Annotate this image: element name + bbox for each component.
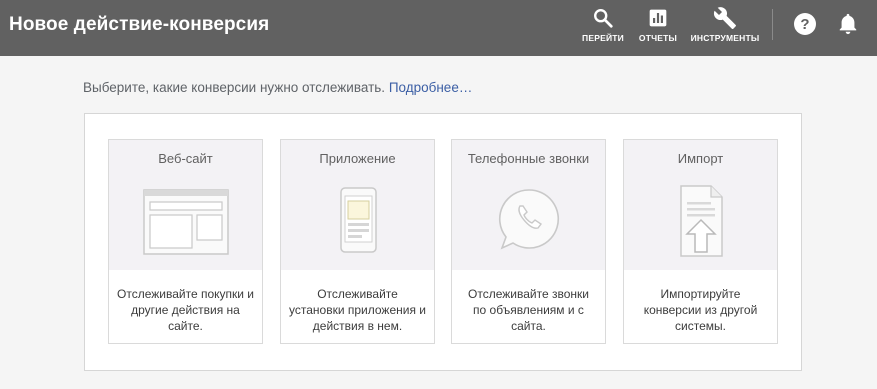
- card-import-title: Импорт: [677, 151, 724, 166]
- website-icon: [109, 182, 262, 260]
- nav-tools-button[interactable]: ИНСТРУМЕНТЫ: [690, 0, 760, 56]
- phone-icon: [452, 182, 605, 260]
- page-title: Новое действие-конверсия: [9, 14, 270, 35]
- nav-reports-label: ОТЧЕТЫ: [638, 33, 678, 43]
- nav-reports-button[interactable]: ОТЧЕТЫ: [638, 0, 678, 56]
- conversion-type-panel: Веб-сайт Отслеживайте покупки и другие д…: [84, 113, 802, 371]
- import-icon: [624, 182, 777, 260]
- svg-text:?: ?: [800, 16, 809, 33]
- learn-more-link[interactable]: Подробнее…: [389, 80, 473, 95]
- intro-label: Выберите, какие конверсии нужно отслежив…: [83, 80, 386, 95]
- nav-tools-label: ИНСТРУМЕНТЫ: [690, 33, 760, 43]
- card-phone-calls[interactable]: Телефонные звонки Отслеживайте звонки по…: [451, 139, 606, 344]
- search-icon: [591, 6, 615, 30]
- card-phone-description: Отслеживайте звонки по объявлениям и с с…: [468, 287, 589, 333]
- card-website-title: Веб-сайт: [158, 151, 213, 166]
- card-website-description: Отслеживайте покупки и другие действия н…: [117, 287, 254, 333]
- card-import[interactable]: Импорт Импортируйте конверсии из другой …: [623, 139, 778, 344]
- nav-go-button[interactable]: ПЕРЕЙТИ: [582, 0, 624, 56]
- card-app-description: Отслеживайте установки приложения и дейс…: [289, 287, 426, 333]
- toolbar-divider: [772, 9, 773, 40]
- card-phone-title: Телефонные звонки: [467, 151, 590, 166]
- nav-go-label: ПЕРЕЙТИ: [582, 33, 624, 43]
- help-icon[interactable]: ?: [792, 11, 818, 37]
- app-icon: [281, 182, 434, 260]
- card-website[interactable]: Веб-сайт Отслеживайте покупки и другие д…: [108, 139, 263, 344]
- top-app-bar: Новое действие-конверсия ПЕРЕЙТИ ОТЧЕТЫ …: [0, 0, 877, 56]
- wrench-icon: [713, 6, 737, 30]
- intro-text: Выберите, какие конверсии нужно отслежив…: [83, 80, 472, 95]
- card-app[interactable]: Приложение Отслеживайте установки прилож…: [280, 139, 435, 344]
- card-app-title: Приложение: [319, 151, 396, 166]
- card-import-description: Импортируйте конверсии из другой системы…: [643, 287, 758, 333]
- reports-icon: [646, 6, 670, 30]
- bell-icon[interactable]: [835, 11, 861, 37]
